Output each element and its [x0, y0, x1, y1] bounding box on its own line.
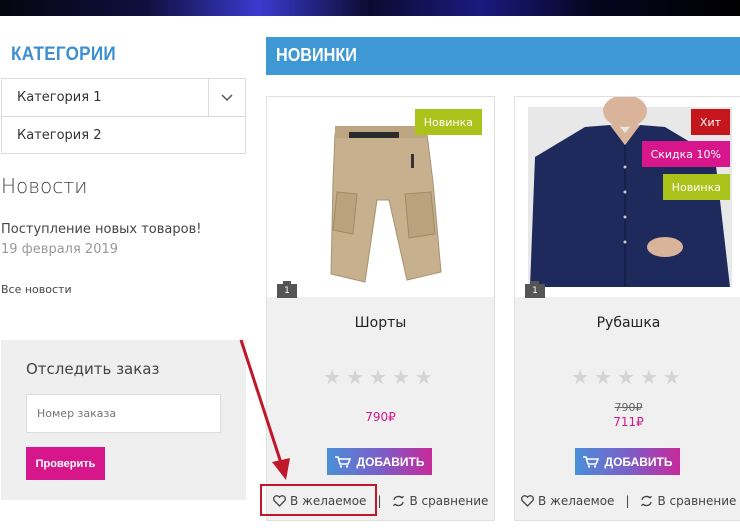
badge-new: Новинка: [414, 109, 482, 135]
category-list: Категория 1 Категория 2: [1, 78, 246, 154]
rating-stars[interactable]: ★★★★★: [267, 365, 494, 389]
compare-label: В сравнение: [657, 494, 737, 508]
check-order-button[interactable]: Проверить: [26, 447, 105, 480]
add-to-cart-button[interactable]: ДОБАВИТЬ: [575, 448, 680, 475]
product-name[interactable]: Рубашка: [515, 315, 740, 331]
news-title: Новости: [1, 174, 88, 198]
compare-icon: [393, 495, 405, 507]
category-expand-toggle[interactable]: [208, 79, 245, 116]
product-name[interactable]: Шорты: [267, 315, 494, 331]
section-title: НОВИНКИ: [276, 45, 357, 65]
product-old-price: 790₽: [614, 401, 643, 414]
add-to-cart-label: ДОБАВИТЬ: [356, 454, 425, 469]
wishlist-label: В желаемое: [538, 494, 615, 508]
wishlist-link[interactable]: В желаемое: [521, 494, 614, 508]
news-item-link[interactable]: Поступление новых товаров!: [1, 222, 201, 237]
cart-icon: [582, 455, 599, 468]
annotation-highlight-box: [260, 484, 377, 516]
divider: |: [625, 494, 630, 508]
add-to-cart-label: ДОБАВИТЬ: [604, 454, 673, 469]
rating-stars[interactable]: ★★★★★: [515, 365, 740, 389]
news-item-date: 19 февраля 2019: [1, 242, 119, 257]
compare-link[interactable]: В сравнение: [640, 494, 736, 508]
categories-title: КАТЕГОРИИ: [11, 44, 116, 65]
category-item-1[interactable]: Категория 1: [2, 79, 245, 116]
top-banner: [0, 0, 740, 16]
product-image-link[interactable]: Новинка 1: [267, 97, 494, 298]
image-count-badge: 1: [277, 281, 297, 298]
product-price: 790₽: [365, 410, 396, 424]
all-news-link[interactable]: Все новости: [1, 283, 72, 296]
compare-label: В сравнение: [409, 494, 489, 508]
product-price: 711₽: [613, 415, 644, 429]
badge-new: Новинка: [662, 174, 730, 200]
product-actions: В желаемое | В сравнение: [521, 494, 736, 508]
compare-link[interactable]: В сравнение: [392, 494, 488, 508]
compare-icon: [641, 495, 653, 507]
category-item-2[interactable]: Категория 2: [2, 116, 245, 153]
category-label: Категория 2: [17, 127, 102, 143]
product-card-shirt: Хит Скидка 10% Новинка 1 Рубашка ★★★★★ 7…: [514, 95, 740, 521]
product-image-link[interactable]: Хит Скидка 10% Новинка 1: [515, 95, 740, 298]
order-number-input[interactable]: [26, 394, 221, 433]
category-label: Категория 1: [17, 90, 102, 105]
cart-icon: [334, 455, 351, 468]
chevron-down-icon: [221, 93, 233, 101]
track-order-title: Отследить заказ: [26, 360, 160, 378]
image-count-badge: 1: [525, 281, 545, 298]
divider: |: [377, 494, 382, 508]
badge-discount: Скидка 10%: [641, 141, 730, 167]
product-card-shorts: Новинка 1 Шорты ★★★★★ 790₽ ДОБАВИТЬ В же…: [266, 96, 495, 521]
track-order-panel: Отследить заказ Проверить: [1, 340, 246, 500]
heart-icon: [521, 495, 534, 507]
new-arrivals-header: НОВИНКИ: [266, 37, 740, 75]
annotation-arrow: [239, 339, 290, 480]
badge-hit: Хит: [690, 109, 730, 135]
add-to-cart-button[interactable]: ДОБАВИТЬ: [327, 448, 432, 475]
